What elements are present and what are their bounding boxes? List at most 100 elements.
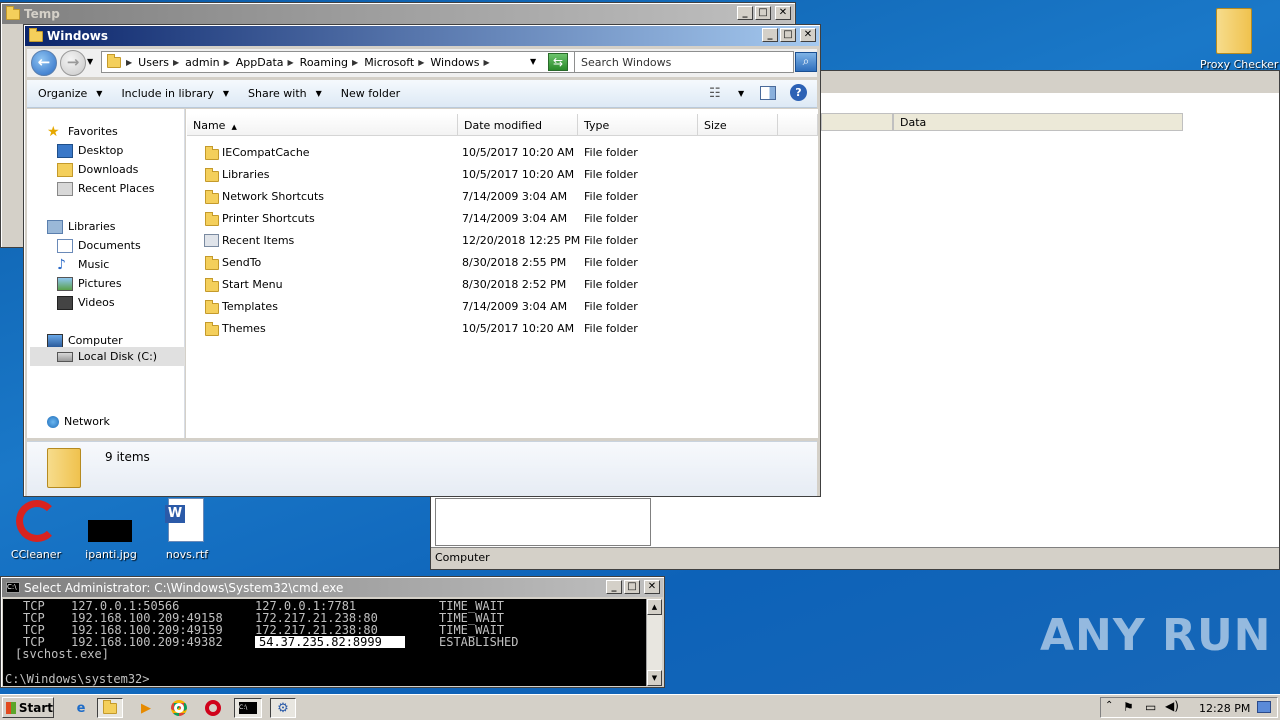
refresh-icon[interactable]: ⇆ bbox=[548, 53, 568, 71]
nav-music[interactable]: ♪ Music bbox=[57, 256, 109, 273]
chrome-icon[interactable] bbox=[168, 698, 190, 718]
breadcrumb-arrow-icon[interactable]: ▶ bbox=[224, 58, 230, 67]
close-button[interactable]: ✕ bbox=[800, 28, 816, 42]
desktop-icon-proxy-checker[interactable]: Proxy Checker bbox=[1196, 6, 1278, 72]
minimize-button[interactable]: _ bbox=[737, 6, 753, 20]
history-dropdown-icon[interactable]: ▼ bbox=[87, 57, 93, 66]
opera-icon[interactable] bbox=[202, 698, 224, 718]
breadcrumb[interactable]: ▶ Users ▶ admin ▶ AppData ▶ Roaming ▶ Micros… bbox=[101, 51, 596, 73]
file-row[interactable]: SendTo 8/30/2018 2:55 PM File folder bbox=[200, 253, 810, 273]
nav-local-disk[interactable]: Local Disk (C:) bbox=[57, 348, 157, 365]
maximize-button[interactable]: □ bbox=[624, 580, 640, 594]
nav-videos[interactable]: Videos bbox=[57, 294, 115, 311]
scroll-down-arrow-icon[interactable]: ▼ bbox=[647, 670, 662, 686]
forward-button[interactable]: → bbox=[60, 50, 86, 76]
desktop-icon-ipanti[interactable]: ipanti.jpg bbox=[82, 498, 142, 564]
folder-icon bbox=[1216, 8, 1252, 54]
breadcrumb-appdata[interactable]: AppData bbox=[236, 56, 284, 69]
file-row[interactable]: Libraries 10/5/2017 10:20 AM File folder bbox=[200, 165, 810, 185]
nav-libraries[interactable]: Libraries bbox=[47, 218, 116, 235]
back-button[interactable]: ← bbox=[31, 50, 57, 76]
column-header-name[interactable]: Name ▲ bbox=[187, 114, 458, 136]
minimize-button[interactable]: _ bbox=[762, 28, 778, 42]
breadcrumb-arrow-icon[interactable]: ▶ bbox=[288, 58, 294, 67]
nav-network[interactable]: Network bbox=[47, 413, 110, 430]
desktop-icon-novs[interactable]: W novs.rtf bbox=[158, 498, 218, 564]
file-row[interactable]: Themes 10/5/2017 10:20 AM File folder bbox=[200, 319, 810, 339]
cmd-title-bar[interactable]: C:\ Select Administrator: C:\Windows\Sys… bbox=[2, 578, 663, 597]
column-header-date[interactable]: Date modified bbox=[458, 114, 578, 136]
breadcrumb-admin[interactable]: admin bbox=[185, 56, 219, 69]
media-player-icon[interactable]: ▶ bbox=[135, 698, 157, 718]
nav-label: Pictures bbox=[78, 277, 122, 290]
search-icon[interactable]: ⌕ bbox=[795, 52, 817, 72]
organize-menu[interactable]: Organize ▼ bbox=[38, 87, 102, 100]
explorer-title-bar[interactable]: Windows _ □ ✕ bbox=[25, 26, 819, 46]
start-button[interactable]: Start bbox=[2, 697, 54, 718]
search-input[interactable]: Search Windows bbox=[574, 51, 794, 73]
breadcrumb-windows[interactable]: Windows bbox=[430, 56, 479, 69]
file-row[interactable]: Network Shortcuts 7/14/2009 3:04 AM File f… bbox=[200, 187, 810, 207]
desktop-icon bbox=[57, 143, 73, 158]
maximize-button[interactable]: □ bbox=[780, 28, 796, 42]
breadcrumb-arrow-icon[interactable]: ▶ bbox=[484, 58, 490, 67]
nav-recent-places[interactable]: Recent Places bbox=[57, 180, 155, 197]
nav-documents[interactable]: Documents bbox=[57, 237, 141, 254]
file-row[interactable]: Recent Items 12/20/2018 12:25 PM File fold… bbox=[200, 231, 810, 251]
maximize-button[interactable]: □ bbox=[755, 6, 771, 20]
file-name: Templates bbox=[222, 300, 278, 313]
breadcrumb-arrow-icon[interactable]: ▶ bbox=[126, 58, 132, 67]
help-icon[interactable]: ? bbox=[790, 84, 807, 101]
breadcrumb-roaming[interactable]: Roaming bbox=[300, 56, 348, 69]
network-tray-icon[interactable]: ▭ bbox=[1145, 700, 1156, 714]
nav-downloads[interactable]: Downloads bbox=[57, 161, 138, 178]
nav-desktop[interactable]: Desktop bbox=[57, 142, 123, 159]
breadcrumb-arrow-icon[interactable]: ▶ bbox=[173, 58, 179, 67]
temp-title-bar[interactable]: Temp _ □ ✕ bbox=[2, 4, 794, 24]
command-prompt[interactable]: C:\Windows\system32> bbox=[5, 673, 150, 685]
clock[interactable]: 12:28 PM bbox=[1199, 702, 1250, 715]
file-row[interactable]: Start Menu 8/30/2018 2:52 PM File folder bbox=[200, 275, 810, 295]
nav-favorites[interactable]: ★ Favorites bbox=[47, 123, 118, 140]
address-dropdown-icon[interactable]: ▼ bbox=[530, 57, 536, 66]
breadcrumb-arrow-icon[interactable]: ▶ bbox=[418, 58, 424, 67]
internet-explorer-icon[interactable]: e bbox=[70, 698, 92, 718]
nav-label: Recent Places bbox=[78, 182, 155, 195]
column-type-label: Type bbox=[584, 119, 610, 132]
tool-icon[interactable]: ⚙ bbox=[270, 698, 296, 718]
regedit-column-header-data[interactable]: Data bbox=[893, 113, 1183, 131]
system-tray: ⌃ ⚑ ▭ ◀) 12:28 PM bbox=[1100, 697, 1278, 718]
close-button[interactable]: ✕ bbox=[644, 580, 660, 594]
console-output[interactable]: TCP 127.0.0.1:50566 127.0.0.1:7781 TIME_WAI… bbox=[3, 599, 646, 686]
cmd-taskbar-icon[interactable]: C:\ bbox=[234, 698, 262, 718]
share-with-menu[interactable]: Share with ▼ bbox=[248, 87, 322, 100]
nav-label: Documents bbox=[78, 239, 141, 252]
column-header-size[interactable]: Size bbox=[698, 114, 778, 136]
column-header-type[interactable]: Type bbox=[578, 114, 698, 136]
preview-pane-icon[interactable] bbox=[760, 86, 776, 100]
foreign-address-selected[interactable]: 54.37.235.82:8999 bbox=[255, 636, 405, 648]
nav-pictures[interactable]: Pictures bbox=[57, 275, 122, 292]
breadcrumb-microsoft[interactable]: Microsoft bbox=[364, 56, 414, 69]
explorer-taskbar-icon[interactable] bbox=[97, 698, 123, 718]
new-folder-button[interactable]: New folder bbox=[341, 87, 400, 100]
minimize-button[interactable]: _ bbox=[606, 580, 622, 594]
show-hidden-icons-icon[interactable]: ⌃ bbox=[1105, 700, 1113, 711]
close-button[interactable]: ✕ bbox=[775, 6, 791, 20]
console-scrollbar[interactable]: ▲ ▼ bbox=[646, 599, 662, 686]
breadcrumb-users[interactable]: Users bbox=[138, 56, 169, 69]
include-in-library-menu[interactable]: Include in library ▼ bbox=[121, 87, 229, 100]
view-dropdown-icon[interactable]: ▼ bbox=[738, 89, 744, 98]
scroll-up-arrow-icon[interactable]: ▲ bbox=[647, 599, 662, 615]
chevron-down-icon: ▼ bbox=[96, 89, 103, 98]
show-desktop-icon[interactable] bbox=[1257, 701, 1271, 713]
breadcrumb-arrow-icon[interactable]: ▶ bbox=[352, 58, 358, 67]
column-header-extra[interactable] bbox=[778, 114, 818, 136]
file-row[interactable]: IECompatCache 10/5/2017 10:20 AM File fold… bbox=[200, 143, 810, 163]
file-row[interactable]: Printer Shortcuts 7/14/2009 3:04 AM File f… bbox=[200, 209, 810, 229]
desktop-icon-ccleaner[interactable]: CCleaner bbox=[8, 498, 64, 564]
file-row[interactable]: Templates 7/14/2009 3:04 AM File folder bbox=[200, 297, 810, 317]
action-center-flag-icon[interactable]: ⚑ bbox=[1123, 700, 1134, 714]
view-options-icon[interactable]: ☷ bbox=[709, 86, 721, 101]
volume-icon[interactable]: ◀) bbox=[1165, 699, 1179, 713]
